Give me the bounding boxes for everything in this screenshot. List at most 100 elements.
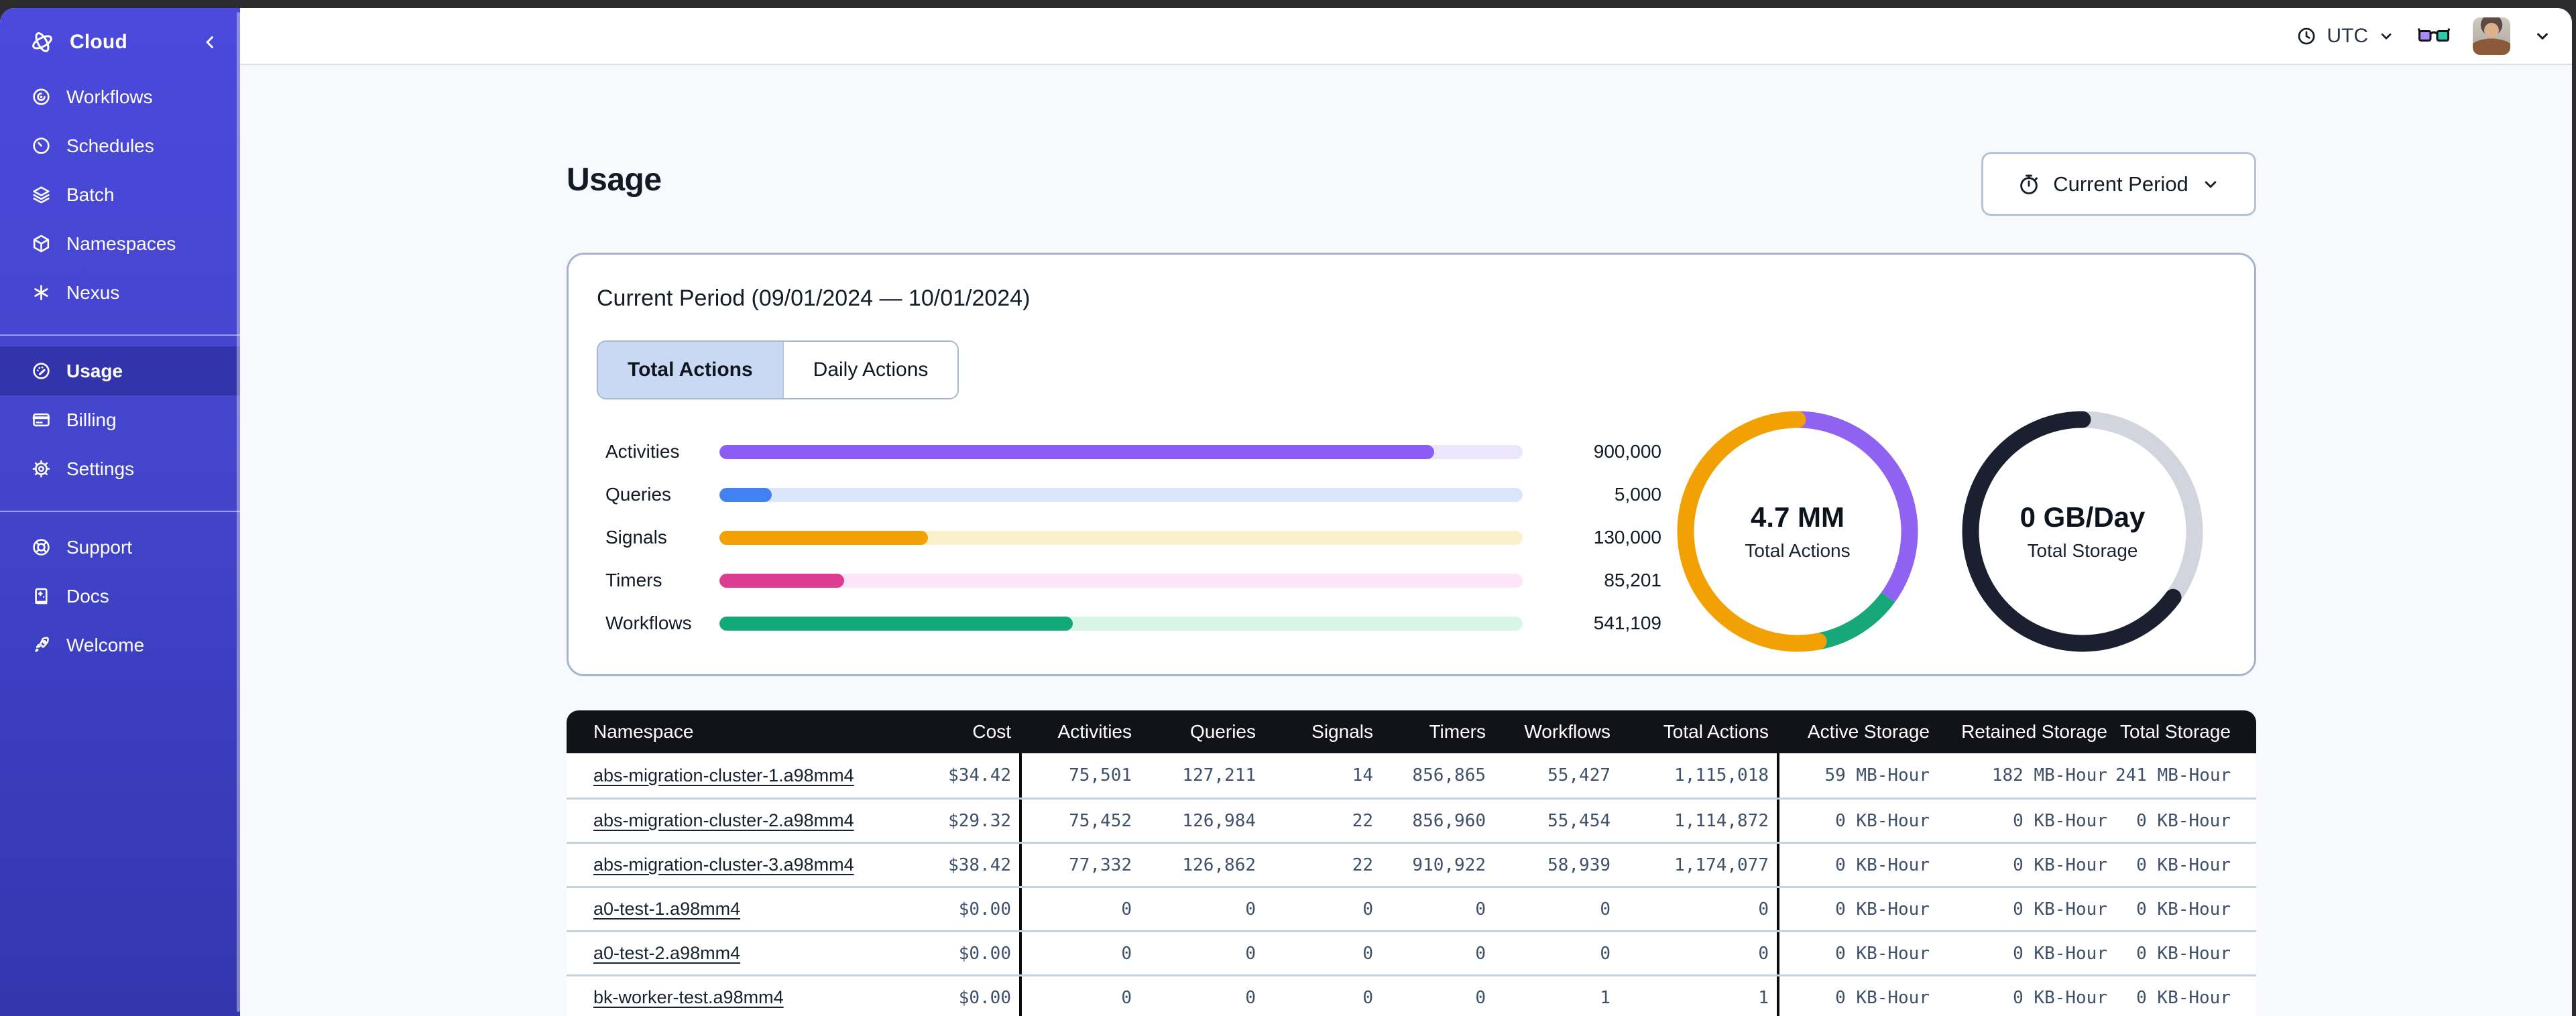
namespace-cell: bk-worker-test.a98mm4 — [593, 987, 915, 1008]
sidebar-divider — [0, 334, 240, 336]
settings-icon — [31, 458, 52, 479]
namespace-link[interactable]: bk-worker-test.a98mm4 — [593, 987, 784, 1007]
feedback-glasses-icon[interactable] — [2418, 25, 2450, 48]
brand-label: Cloud — [70, 31, 127, 53]
timers-cell: 0 — [1475, 943, 1486, 964]
sidebar-item-welcome[interactable]: Welcome — [0, 621, 240, 670]
total-actions-cell: 1,115,018 — [1674, 765, 1769, 785]
active-storage-cell: 0 KB-Hour — [1777, 844, 1938, 886]
timezone-selector[interactable]: UTC — [2296, 25, 2395, 48]
workflows-cell: 1 — [1600, 987, 1611, 1008]
usage-card: Current Period (09/01/2024 — 10/01/2024)… — [567, 253, 2256, 676]
total-actions-cell: 0 — [1758, 899, 1769, 919]
bar-label: Signals — [605, 527, 667, 548]
bar-track — [719, 444, 1523, 459]
workflows-cell: 58,939 — [1547, 854, 1611, 875]
signals-cell: 0 — [1362, 943, 1373, 964]
workflows-cell: 55,427 — [1547, 765, 1611, 785]
collapse-sidebar-icon[interactable] — [200, 32, 220, 52]
timers-cell: 856,960 — [1412, 810, 1486, 831]
bar-label: Activities — [605, 441, 680, 462]
queries-cell: 127,211 — [1182, 765, 1256, 785]
sidebar-item-batch[interactable]: Batch — [0, 170, 240, 219]
column-header: Activities — [1057, 721, 1132, 742]
period-selector-button[interactable]: Current Period — [1981, 152, 2256, 216]
bar-fill — [719, 573, 844, 588]
table-row: abs-migration-cluster-3.a98mm4 $38.42 77… — [567, 842, 2256, 886]
period-selector-label: Current Period — [2053, 172, 2188, 196]
sidebar-item-label: Settings — [66, 458, 135, 479]
bar-row-timers: Timers 85,201 — [605, 559, 1661, 602]
sidebar-item-billing[interactable]: Billing — [0, 395, 240, 444]
sidebar-item-label: Usage — [66, 360, 123, 381]
activities-cell: 75,501 — [1019, 753, 1140, 798]
user-avatar[interactable] — [2473, 17, 2510, 55]
bar-fill — [719, 530, 929, 545]
table-row: a0-test-2.a98mm4 $0.00 0 0 0 0 0 0 0 KB-… — [567, 930, 2256, 974]
account-chevron-down-icon[interactable] — [2533, 27, 2552, 46]
sidebar-item-nexus[interactable]: Nexus — [0, 268, 240, 317]
namespace-link[interactable]: abs-migration-cluster-3.a98mm4 — [593, 854, 854, 875]
sidebar-item-usage[interactable]: Usage — [0, 346, 240, 395]
total-storage-cell: 0 KB-Hour — [2136, 943, 2231, 964]
total-actions-donut: 4.7 MM Total Actions — [1677, 411, 1918, 652]
timers-cell: 0 — [1475, 987, 1486, 1008]
bar-value: 541,109 — [1593, 613, 1661, 633]
tab-total-actions[interactable]: Total Actions — [598, 342, 782, 398]
workflows-icon — [31, 86, 52, 107]
signals-cell: 0 — [1362, 899, 1373, 919]
sidebar-item-workflows[interactable]: Workflows — [0, 72, 240, 121]
column-header: Workflows — [1524, 721, 1611, 742]
bar-fill — [719, 616, 1073, 631]
bar-fill — [719, 487, 772, 502]
tab-label: Daily Actions — [813, 359, 929, 381]
timers-cell: 856,865 — [1412, 765, 1486, 785]
retained-storage-cell: 0 KB-Hour — [2013, 943, 2107, 964]
sidebar-item-label: Billing — [66, 409, 117, 430]
total-actions-cell: 1,114,872 — [1674, 810, 1769, 831]
signals-cell: 22 — [1352, 854, 1373, 875]
namespace-link[interactable]: a0-test-2.a98mm4 — [593, 943, 740, 963]
activities-cell: 77,332 — [1019, 844, 1140, 886]
sidebar-item-label: Welcome — [66, 634, 145, 655]
bar-label: Workflows — [605, 613, 692, 633]
bar-row-activities: Activities 900,000 — [605, 430, 1661, 473]
retained-storage-cell: 0 KB-Hour — [2013, 810, 2107, 831]
queries-cell: 0 — [1245, 987, 1256, 1008]
batch-icon — [31, 184, 52, 205]
usage-bar-chart: Activities 900,000 Queries 5,000 Signals — [605, 430, 1661, 645]
bar-row-queries: Queries 5,000 — [605, 473, 1661, 516]
namespace-cell: a0-test-1.a98mm4 — [593, 899, 915, 919]
sidebar: Cloud Workflows Schedules Batch Namespac… — [0, 8, 240, 1016]
donut-center-value: 4.7 MM — [1750, 501, 1845, 533]
bar-value: 900,000 — [1593, 441, 1661, 462]
workflows-cell: 55,454 — [1547, 810, 1611, 831]
total-storage-cell: 0 KB-Hour — [2136, 899, 2231, 919]
timers-cell: 910,922 — [1412, 854, 1486, 875]
total-storage-donut: 0 GB/Day Total Storage — [1962, 411, 2203, 652]
stopwatch-icon — [2017, 172, 2041, 196]
sidebar-item-schedules[interactable]: Schedules — [0, 121, 240, 170]
bar-row-signals: Signals 130,000 — [605, 516, 1661, 559]
namespace-link[interactable]: abs-migration-cluster-2.a98mm4 — [593, 810, 854, 830]
tab-daily-actions[interactable]: Daily Actions — [782, 342, 958, 398]
docs-icon — [31, 586, 52, 607]
namespace-cell: abs-migration-cluster-2.a98mm4 — [593, 810, 915, 831]
namespace-link[interactable]: a0-test-1.a98mm4 — [593, 899, 740, 919]
sidebar-item-settings[interactable]: Settings — [0, 444, 240, 493]
support-icon — [31, 537, 52, 558]
namespace-link[interactable]: abs-migration-cluster-1.a98mm4 — [593, 765, 854, 785]
workflows-cell: 0 — [1600, 943, 1611, 964]
tab-label: Total Actions — [628, 359, 753, 381]
bar-label: Queries — [605, 484, 672, 505]
timezone-label: UTC — [2327, 24, 2368, 47]
timers-cell: 0 — [1475, 899, 1486, 919]
active-storage-cell: 0 KB-Hour — [1777, 800, 1938, 842]
sidebar-item-label: Workflows — [66, 86, 153, 107]
sidebar-item-docs[interactable]: Docs — [0, 572, 240, 621]
bar-value: 85,201 — [1604, 570, 1661, 590]
total-storage-cell: 0 KB-Hour — [2136, 810, 2231, 831]
sidebar-item-support[interactable]: Support — [0, 523, 240, 572]
sidebar-item-namespaces[interactable]: Namespaces — [0, 219, 240, 268]
billing-icon — [31, 409, 52, 430]
